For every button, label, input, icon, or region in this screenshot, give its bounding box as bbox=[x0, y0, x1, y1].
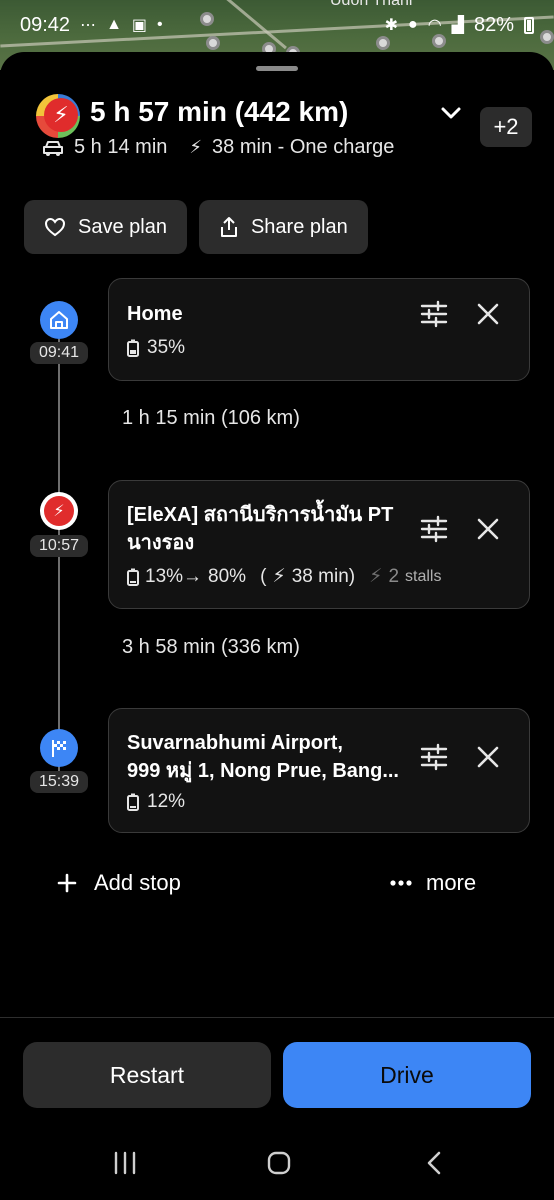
charger-node: ⚡ bbox=[40, 492, 78, 530]
leg-duration: 1 h 15 min (106 km) bbox=[122, 407, 300, 429]
more-dots-icon bbox=[390, 880, 412, 886]
stop-title: Home bbox=[127, 303, 183, 325]
gallery-icon: ▣ bbox=[131, 17, 148, 34]
leg-duration: 3 h 58 min (336 km) bbox=[122, 636, 300, 658]
stop-card-charger[interactable]: [EleXA] สถานีบริการน้ำมัน PT นางรอง 13%→… bbox=[108, 480, 530, 609]
stop-battery: 35% bbox=[127, 337, 185, 359]
share-plan-button[interactable]: Share plan bbox=[198, 200, 368, 254]
lightning-bolt-icon: ⚡ bbox=[44, 98, 78, 132]
drive-button[interactable]: Drive bbox=[283, 1042, 531, 1108]
share-plan-label: Share plan bbox=[250, 215, 348, 238]
signal-icon: ▟ bbox=[451, 17, 464, 34]
battery-level: 12% bbox=[147, 791, 186, 812]
stop-battery: 12% bbox=[127, 791, 185, 813]
share-icon bbox=[220, 217, 237, 237]
trip-breakdown: 5 h 14 min ⚡ 38 min - One charge bbox=[42, 136, 394, 159]
drive-duration: 5 h 14 min bbox=[74, 136, 168, 158]
add-stop-button[interactable]: Add stop bbox=[56, 870, 181, 896]
stop-card-destination[interactable]: Suvarnabhumi Airport, 999 หมู่ 1, Nong P… bbox=[108, 708, 530, 833]
close-icon[interactable] bbox=[475, 744, 501, 770]
tune-icon[interactable] bbox=[419, 742, 449, 772]
footer-divider bbox=[0, 1017, 554, 1018]
charger-bolt-icon: ⚡ bbox=[44, 496, 74, 526]
charge-from: 13%→ bbox=[145, 565, 203, 587]
plus-icon bbox=[57, 873, 77, 893]
charge-to: 80% bbox=[208, 565, 247, 587]
location-icon: ● bbox=[408, 16, 418, 33]
battery-level-icon bbox=[127, 793, 139, 811]
home-icon bbox=[50, 311, 68, 329]
stalls-label: stalls bbox=[405, 567, 442, 585]
save-plan-button[interactable]: Save plan bbox=[24, 200, 187, 254]
car-icon bbox=[43, 140, 63, 156]
stalls-count: 2 bbox=[388, 565, 400, 587]
trip-summary-header: ⚡ 5 h 57 min (442 km) 5 h 14 min ⚡ 38 mi… bbox=[36, 92, 536, 172]
checkered-flag-icon bbox=[52, 740, 66, 757]
heart-icon bbox=[44, 217, 66, 237]
stop-time-chip: 09:41 bbox=[30, 342, 88, 364]
charge-open-paren: ( bbox=[260, 565, 267, 587]
wifi-icon: ◠ bbox=[427, 17, 442, 34]
save-plan-label: Save plan bbox=[78, 215, 167, 238]
stop-title-line1: Suvarnabhumi Airport, bbox=[127, 732, 343, 754]
battery-icon bbox=[524, 16, 534, 34]
stop-title-line1: [EleXA] สถานีบริการน้ำมัน PT bbox=[127, 504, 394, 526]
chevron-down-icon[interactable] bbox=[438, 100, 464, 126]
tune-icon[interactable] bbox=[419, 514, 449, 544]
close-icon[interactable] bbox=[475, 516, 501, 542]
close-icon[interactable] bbox=[475, 301, 501, 327]
home-node bbox=[40, 301, 78, 339]
home-nav-icon[interactable] bbox=[266, 1150, 292, 1176]
more-label: more bbox=[426, 870, 477, 895]
stop-time-chip: 10:57 bbox=[30, 535, 88, 557]
alternative-routes-button[interactable]: +2 bbox=[480, 107, 532, 147]
battery-level: 35% bbox=[147, 337, 186, 358]
battery-percent: 82% bbox=[473, 13, 514, 36]
charge-duration: 38 min) bbox=[291, 565, 356, 587]
status-bar: 09:42 ⋯ ▲ ▣ • ✱ ● ◠ ▟ 82% bbox=[0, 0, 554, 50]
system-nav-bar bbox=[0, 1130, 554, 1200]
more-button[interactable]: more bbox=[390, 870, 476, 896]
charge-bolt-icon: ⚡ bbox=[189, 137, 203, 157]
stop-title-line2: 999 หมู่ 1, Nong Prue, Bang... bbox=[127, 760, 399, 782]
battery-level-icon bbox=[127, 339, 139, 357]
back-icon[interactable] bbox=[422, 1150, 448, 1176]
destination-node bbox=[40, 729, 78, 767]
charge-time-bolt-icon: ⚡ bbox=[272, 566, 286, 587]
battery-level-icon bbox=[127, 568, 139, 586]
tune-icon[interactable] bbox=[419, 299, 449, 329]
stop-title-line2: นางรอง bbox=[127, 532, 195, 554]
recent-apps-icon[interactable] bbox=[112, 1150, 138, 1176]
ev-route-logo-icon: ⚡ bbox=[36, 94, 80, 138]
sheet-drag-handle[interactable] bbox=[256, 66, 298, 71]
route-plan-sheet: ⚡ 5 h 57 min (442 km) 5 h 14 min ⚡ 38 mi… bbox=[0, 52, 554, 1200]
restart-button[interactable]: Restart bbox=[23, 1042, 271, 1108]
status-time: 09:42 bbox=[20, 13, 71, 36]
stalls-icon: ⚡ bbox=[369, 566, 383, 587]
trip-total-duration: 5 h 57 min (442 km) bbox=[90, 96, 349, 127]
charge-summary: 38 min - One charge bbox=[212, 136, 395, 158]
navigation-icon: ▲ bbox=[106, 16, 122, 33]
sync-icon: ⋯ bbox=[80, 17, 97, 34]
add-stop-label: Add stop bbox=[94, 870, 181, 895]
plan-actions: Save plan Share plan bbox=[24, 200, 368, 254]
stop-card-home[interactable]: Home 35% bbox=[108, 278, 530, 381]
charge-plan: 13%→ 80% ( ⚡ 38 min) ⚡ 2 stalls bbox=[127, 565, 441, 588]
bluetooth-icon: ✱ bbox=[384, 17, 399, 34]
notification-dot-icon: • bbox=[157, 16, 163, 33]
stop-time-chip: 15:39 bbox=[30, 771, 88, 793]
route-timeline-line bbox=[58, 339, 60, 779]
